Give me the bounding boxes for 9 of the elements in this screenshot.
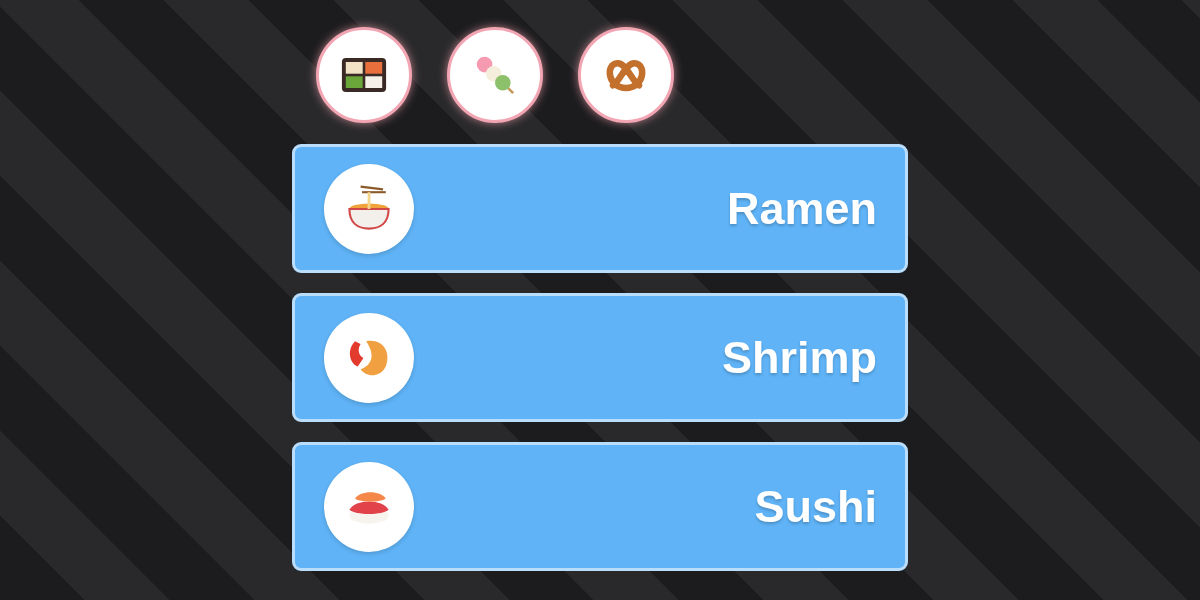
food-card[interactable]: Sushi [292, 442, 908, 571]
food-card[interactable]: Ramen [292, 144, 908, 273]
favorite-button[interactable] [447, 27, 543, 123]
food-label: Shrimp [721, 331, 877, 384]
favorite-button[interactable] [316, 27, 412, 123]
food-label: Ramen [726, 182, 877, 235]
food-label: Sushi [754, 480, 877, 533]
food-card[interactable]: Shrimp [292, 293, 908, 422]
favorite-button[interactable] [578, 27, 674, 123]
